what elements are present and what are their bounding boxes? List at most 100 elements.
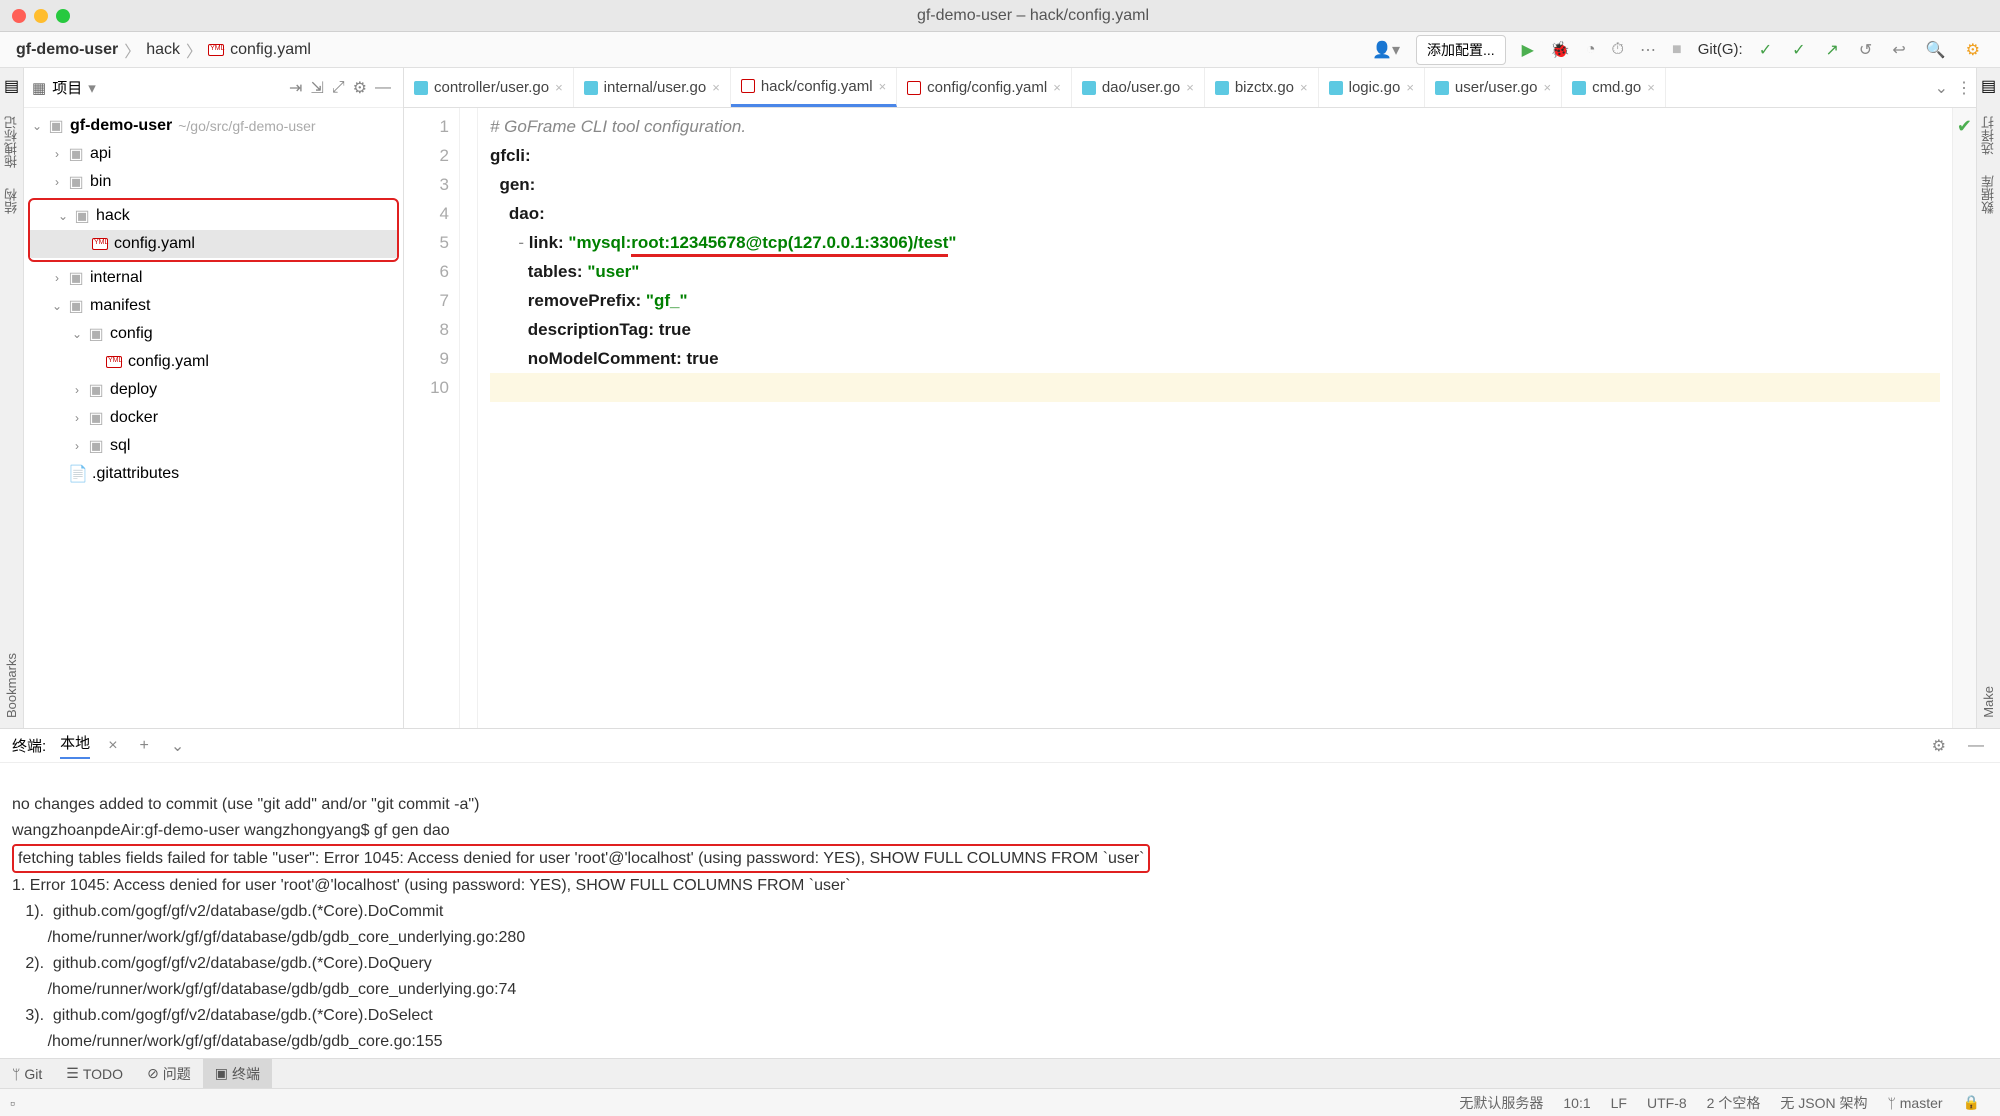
- tree-root[interactable]: ⌄ ▣ gf-demo-user ~/go/src/gf-demo-user: [24, 112, 403, 140]
- tree-folder-deploy[interactable]: ›▣deploy: [24, 376, 403, 404]
- close-icon[interactable]: ×: [555, 80, 563, 95]
- bottom-tool-terminal[interactable]: ▣终端: [203, 1059, 272, 1088]
- status-icon[interactable]: ▫: [10, 1095, 15, 1111]
- gutter-tool[interactable]: 数据库: [1979, 175, 1998, 214]
- tab-user-user-go[interactable]: user/user.go ×: [1425, 68, 1562, 107]
- close-window-icon[interactable]: [12, 9, 26, 23]
- tab-bizctx-go[interactable]: bizctx.go×: [1205, 68, 1319, 107]
- minimize-window-icon[interactable]: [34, 9, 48, 23]
- code-scroll-gutter[interactable]: ✔: [1952, 108, 1976, 728]
- terminal-output[interactable]: no changes added to commit (use "git add…: [0, 763, 2000, 1058]
- status-encoding[interactable]: UTF-8: [1637, 1095, 1697, 1111]
- bottom-tool-problems[interactable]: ⊘问题: [135, 1059, 203, 1088]
- gear-icon[interactable]: ⚙: [349, 76, 371, 100]
- close-icon[interactable]: ×: [712, 80, 720, 95]
- status-cursor-pos[interactable]: 10:1: [1553, 1095, 1600, 1111]
- gutter-tool[interactable]: 选择打: [1979, 116, 1998, 155]
- status-indent[interactable]: 2 个空格: [1697, 1093, 1771, 1113]
- tab-config-config[interactable]: config/config.yaml×: [897, 68, 1072, 107]
- project-tree[interactable]: ⌄ ▣ gf-demo-user ~/go/src/gf-demo-user ›…: [24, 108, 403, 728]
- tree-file-gitattributes[interactable]: 📄.gitattributes: [24, 460, 403, 488]
- git-push-icon[interactable]: ↗: [1822, 38, 1843, 62]
- status-branch[interactable]: ᛘ master: [1877, 1095, 1952, 1111]
- hide-icon[interactable]: —: [371, 77, 395, 99]
- add-tab-icon[interactable]: +: [136, 735, 153, 757]
- user-icon[interactable]: 👤▾: [1368, 38, 1404, 62]
- search-icon[interactable]: 🔍: [1922, 38, 1950, 62]
- hide-icon[interactable]: —: [1964, 735, 1988, 757]
- tab-more-icon[interactable]: ⋮: [1952, 76, 1976, 100]
- gutter-tool[interactable]: Make: [1981, 686, 1996, 718]
- breadcrumb-part[interactable]: config.yaml: [230, 41, 311, 59]
- tree-folder-sql[interactable]: ›▣sql: [24, 432, 403, 460]
- code-key: removePrefix:: [528, 291, 641, 310]
- yaml-file-icon: [208, 44, 224, 56]
- collapse-all-icon[interactable]: ⤢: [328, 77, 349, 99]
- git-commit-icon[interactable]: ✓: [1788, 38, 1809, 62]
- status-server[interactable]: 无默认服务器: [1449, 1093, 1553, 1113]
- close-icon[interactable]: ×: [1300, 80, 1308, 95]
- bottom-tool-todo[interactable]: ☰TODO: [54, 1059, 135, 1088]
- breadcrumb-part[interactable]: gf-demo-user: [16, 41, 118, 59]
- status-schema[interactable]: 无 JSON 架构: [1770, 1093, 1877, 1113]
- lock-icon[interactable]: 🔒: [1953, 1094, 1990, 1111]
- stop-icon[interactable]: ■: [1668, 39, 1686, 61]
- bottom-tool-git[interactable]: ᛘGit: [0, 1059, 54, 1088]
- gutter-icon[interactable]: ▤: [4, 76, 19, 96]
- terminal-line: wangzhoanpdeAir:gf-demo-user wangzhongya…: [12, 822, 450, 839]
- bookmarks-tool[interactable]: Bookmarks: [4, 653, 19, 718]
- more-run-icon[interactable]: ⋯: [1636, 38, 1660, 62]
- profile-icon[interactable]: ⏱: [1608, 39, 1628, 61]
- tab-controller-user-go[interactable]: controller/user.go×: [404, 68, 574, 107]
- tab-dao-user-go[interactable]: dao/user.go×: [1072, 68, 1205, 107]
- tab-hack-config[interactable]: hack/config.yaml×: [731, 68, 897, 107]
- expand-all-icon[interactable]: ⇲: [306, 76, 327, 100]
- tree-folder-api[interactable]: ›▣api: [24, 140, 403, 168]
- code-content[interactable]: # GoFrame CLI tool configuration. gfcli:…: [478, 108, 1952, 728]
- dropdown-icon[interactable]: ⌄: [167, 734, 188, 758]
- tree-label: hack: [96, 207, 130, 225]
- tree-file-config-yaml[interactable]: config.yaml: [30, 230, 397, 258]
- close-icon[interactable]: ×: [1053, 80, 1061, 95]
- close-icon[interactable]: ×: [879, 79, 887, 94]
- close-icon[interactable]: ×: [104, 735, 121, 757]
- settings-icon[interactable]: ⚙: [1962, 38, 1984, 62]
- coverage-icon[interactable]: ◔: [1582, 39, 1600, 61]
- tree-folder-bin[interactable]: ›▣bin: [24, 168, 403, 196]
- gutter-tool[interactable]: 拖拽标记: [2, 116, 21, 168]
- run-icon[interactable]: ▶: [1518, 38, 1538, 62]
- tree-folder-config[interactable]: ⌄▣config: [24, 320, 403, 348]
- status-line-sep[interactable]: LF: [1601, 1095, 1637, 1111]
- tree-folder-docker[interactable]: ›▣docker: [24, 404, 403, 432]
- gutter-tool[interactable]: 结构: [2, 188, 21, 214]
- tab-label: user/user.go: [1455, 79, 1538, 96]
- maximize-window-icon[interactable]: [56, 9, 70, 23]
- debug-icon[interactable]: 🐞: [1546, 38, 1574, 62]
- tree-folder-internal[interactable]: ›▣internal: [24, 264, 403, 292]
- close-icon[interactable]: ×: [1186, 80, 1194, 95]
- tab-internal-user-go[interactable]: internal/user.go×: [574, 68, 731, 107]
- tab-logic-go[interactable]: logic.go×: [1319, 68, 1425, 107]
- close-icon[interactable]: ×: [1647, 80, 1655, 95]
- code-editor[interactable]: 12345678910 # GoFrame CLI tool configura…: [404, 108, 1976, 728]
- tree-folder-manifest[interactable]: ⌄▣manifest: [24, 292, 403, 320]
- terminal-tab-local[interactable]: 本地: [60, 732, 90, 759]
- breadcrumb-part[interactable]: hack: [146, 41, 180, 59]
- fold-gutter[interactable]: [460, 108, 478, 728]
- tab-dropdown-icon[interactable]: ⌄: [1931, 76, 1952, 100]
- code-str: "user": [587, 262, 639, 281]
- gutter-icon[interactable]: ▤: [1981, 76, 1996, 96]
- git-revert-icon[interactable]: ↩: [1888, 38, 1909, 62]
- tree-folder-hack[interactable]: ⌄▣hack: [30, 202, 397, 230]
- select-opened-icon[interactable]: ⇥: [285, 76, 306, 100]
- add-config-button[interactable]: 添加配置...: [1416, 35, 1506, 65]
- close-icon[interactable]: ×: [1406, 80, 1414, 95]
- tree-file-config-yaml-2[interactable]: config.yaml: [24, 348, 403, 376]
- tab-cmd-go[interactable]: cmd.go×: [1562, 68, 1666, 107]
- gear-icon[interactable]: ⚙: [1928, 734, 1950, 758]
- close-icon[interactable]: ×: [1543, 80, 1551, 95]
- dropdown-icon[interactable]: ▾: [88, 79, 96, 97]
- git-history-icon[interactable]: ↺: [1855, 38, 1876, 62]
- git-update-icon[interactable]: ✓: [1755, 38, 1776, 62]
- go-file-icon: [584, 81, 598, 95]
